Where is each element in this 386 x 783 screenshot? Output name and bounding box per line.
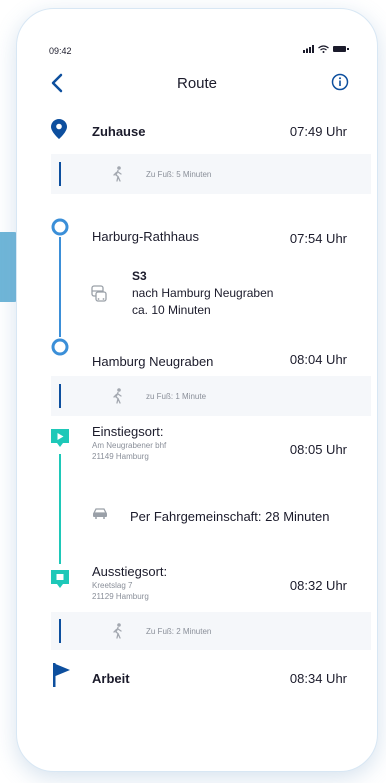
walk-row-2: zu Fuß: 1 Minute (51, 376, 371, 416)
stop-name: Zuhause (92, 124, 146, 139)
phone-frame: 09:42 Route Zuhause 07:49 Uhr Zu Fuß: 5 … (16, 8, 378, 772)
walk-text: Zu Fuß: 2 Minuten (146, 627, 212, 636)
circle-stop-icon (51, 338, 69, 356)
stop-time: 08:32 Uhr (289, 578, 347, 593)
stop-work[interactable]: Arbeit 08:34 Uhr (17, 659, 377, 699)
car-icon (92, 508, 108, 519)
stop-time: 07:54 Uhr (289, 231, 347, 246)
stop-neugraben[interactable]: Hamburg Neugraben 08:04 Uhr (17, 334, 377, 374)
transit-line: S3 (132, 269, 147, 283)
walk-icon (113, 623, 122, 639)
stop-name: Einstiegsort: (92, 424, 164, 439)
nav-header: Route (17, 73, 377, 113)
battery-icon (333, 46, 349, 52)
status-bar: 09:42 (17, 9, 377, 56)
stop-home[interactable]: Zuhause 07:49 Uhr (17, 111, 377, 151)
carpool-text: Per Fahrgemeinschaft: 28 Minuten (130, 509, 330, 524)
stop-name: Harburg-Rathhaus (92, 229, 199, 244)
stop-name: Hamburg Neugraben (92, 354, 214, 369)
info-icon[interactable] (331, 73, 349, 91)
pickup-marker-icon (51, 429, 69, 447)
stop-name: Ausstiegsort: (92, 564, 168, 579)
circle-stop-icon (51, 218, 69, 236)
transit-duration: ca. 10 Minuten (132, 303, 211, 317)
stop-time: 08:34 Uhr (289, 671, 347, 686)
stop-einstieg[interactable]: Einstiegsort: Am Neugrabener bhf 21149 H… (17, 424, 377, 474)
wifi-icon (318, 45, 329, 53)
bus-icon (91, 285, 107, 302)
stop-city: 21149 Hamburg (92, 452, 149, 461)
walk-icon (113, 388, 122, 404)
flag-icon (53, 663, 70, 687)
stop-ausstieg[interactable]: Ausstiegsort: Kreetslag 7 21129 Hamburg … (17, 556, 377, 606)
walk-connector (59, 162, 61, 186)
dropoff-marker-icon (51, 570, 69, 588)
stop-time: 08:04 Uhr (289, 352, 347, 367)
walk-row-3: Zu Fuß: 2 Minuten (51, 612, 371, 650)
walk-connector (59, 619, 61, 643)
walk-text: zu Fuß: 1 Minute (146, 392, 207, 401)
location-pin-icon (51, 119, 67, 139)
walk-text: Zu Fuß: 5 Minuten (146, 170, 212, 179)
stop-street: Am Neugrabener bhf (92, 441, 167, 450)
stop-name: Arbeit (92, 671, 130, 686)
walk-icon (113, 166, 122, 182)
stop-time: 08:05 Uhr (289, 442, 347, 457)
carpool-segment[interactable]: Per Fahrgemeinschaft: 28 Minuten (17, 503, 377, 527)
page-title: Route (176, 75, 218, 92)
signal-icon (303, 45, 314, 53)
transit-direction: nach Hamburg Neugraben (132, 286, 274, 300)
stop-street: Kreetslag 7 (92, 581, 133, 590)
stop-time: 07:49 Uhr (289, 124, 347, 139)
status-time: 09:42 (49, 46, 72, 56)
transit-segment[interactable]: S3 nach Hamburg Neugraben ca. 10 Minuten (17, 267, 377, 327)
stop-city: 21129 Hamburg (92, 592, 149, 601)
walk-connector (59, 384, 61, 408)
status-icons (303, 45, 349, 53)
stop-harburg[interactable]: Harburg-Rathhaus 07:54 Uhr (17, 214, 377, 254)
walk-row-1: Zu Fuß: 5 Minuten (51, 154, 371, 194)
